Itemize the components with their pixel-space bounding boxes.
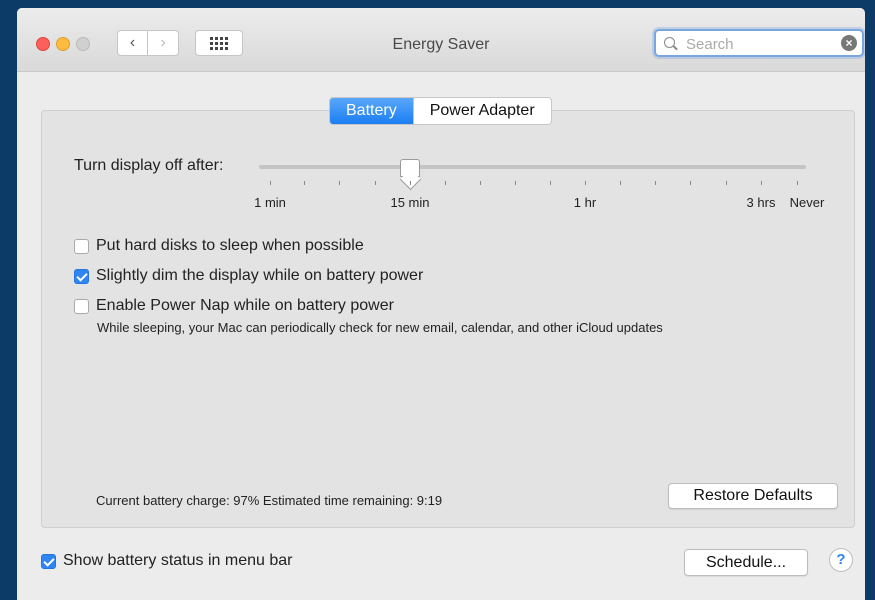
power-nap-label: Enable Power Nap while on battery power: [96, 297, 394, 314]
slider-tick: [445, 181, 446, 185]
slider-tick: [655, 181, 656, 185]
power-nap-option[interactable]: Enable Power Nap while on battery power: [74, 297, 394, 315]
slider-tick: [585, 181, 586, 185]
menu-bar-battery-checkbox[interactable]: [41, 553, 56, 569]
hard-disk-sleep-label: Put hard disks to sleep when possible: [96, 237, 364, 254]
search-field[interactable]: ×: [654, 29, 864, 57]
display-sleep-label: Turn display off after:: [74, 157, 224, 174]
slider-tick: [726, 181, 727, 185]
slider-tick: [270, 181, 271, 185]
slider-tick: [304, 181, 305, 185]
slider-tick: [410, 181, 411, 185]
hard-disk-sleep-option[interactable]: Put hard disks to sleep when possible: [74, 237, 364, 255]
clear-search-icon[interactable]: ×: [841, 35, 857, 51]
tick-label-15-min: 15 min: [390, 195, 430, 210]
tick-label-never: Never: [789, 195, 825, 210]
display-sleep-slider-track[interactable]: [259, 165, 806, 169]
dim-display-checkbox[interactable]: [74, 268, 89, 284]
restore-defaults-button[interactable]: Restore Defaults: [668, 483, 838, 509]
slider-tick: [375, 181, 376, 185]
search-input[interactable]: [684, 33, 838, 55]
dim-display-option[interactable]: Slightly dim the display while on batter…: [74, 267, 423, 285]
slider-tick: [797, 181, 798, 185]
schedule-button[interactable]: Schedule...: [684, 549, 808, 576]
hard-disk-sleep-checkbox[interactable]: [74, 238, 89, 254]
slider-tick: [761, 181, 762, 185]
menu-bar-battery-option[interactable]: Show battery status in menu bar: [41, 552, 292, 570]
slider-tick: [690, 181, 691, 185]
help-button[interactable]: ?: [829, 548, 853, 572]
slider-tick: [620, 181, 621, 185]
search-icon: [664, 37, 675, 48]
power-nap-description: While sleeping, your Mac can periodicall…: [97, 320, 663, 335]
title-bar: ‹ › Energy Saver ×: [17, 8, 865, 72]
tab-bar: Battery Power Adapter: [329, 97, 552, 125]
power-nap-checkbox[interactable]: [74, 298, 89, 314]
dim-display-label: Slightly dim the display while on batter…: [96, 267, 424, 284]
tab-power-adapter[interactable]: Power Adapter: [412, 98, 551, 124]
slider-tick: [339, 181, 340, 185]
battery-status-text: Current battery charge: 97% Estimated ti…: [96, 493, 443, 508]
tick-label-1-min: 1 min: [254, 195, 286, 210]
slider-tick: [515, 181, 516, 185]
tick-label-1-hr: 1 hr: [573, 195, 597, 210]
tab-battery[interactable]: Battery: [330, 98, 413, 124]
display-sleep-slider-thumb[interactable]: [400, 159, 420, 177]
tick-label-3-hrs: 3 hrs: [746, 195, 776, 210]
menu-bar-battery-label: Show battery status in menu bar: [63, 552, 293, 569]
slider-tick: [480, 181, 481, 185]
slider-tick: [550, 181, 551, 185]
energy-saver-window: ‹ › Energy Saver × Battery Power Adapter…: [17, 8, 865, 600]
